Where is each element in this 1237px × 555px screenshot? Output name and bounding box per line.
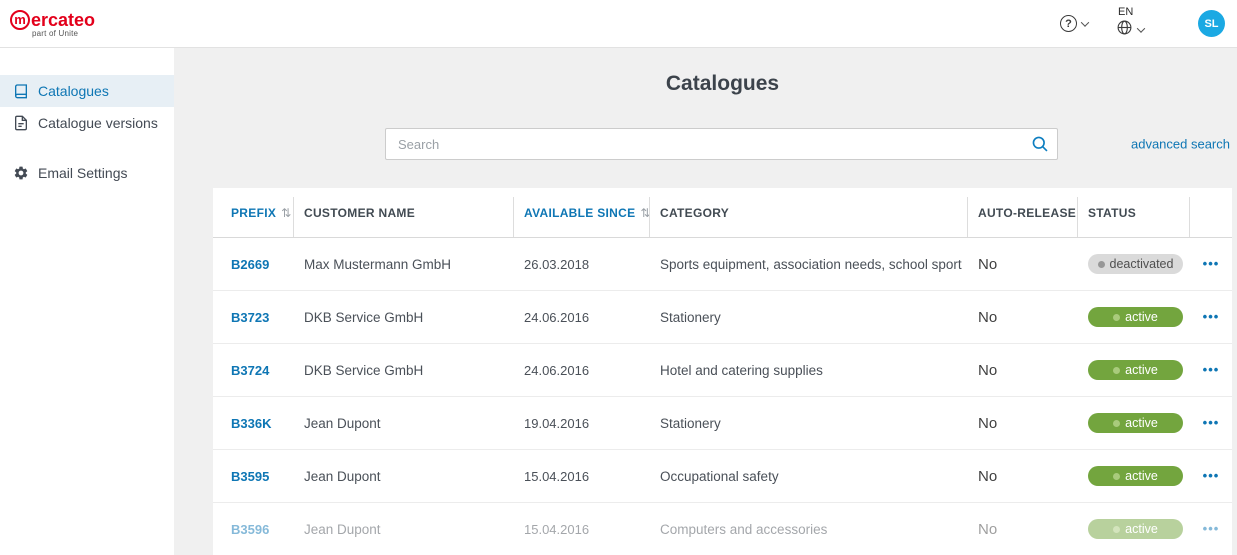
help-icon[interactable]: ?	[1060, 15, 1077, 32]
category: Sports equipment, association needs, sch…	[660, 256, 962, 272]
column-header-status[interactable]: STATUS	[1078, 188, 1190, 237]
avatar[interactable]: SL	[1198, 10, 1225, 37]
column-header-category[interactable]: CATEGORY	[650, 188, 968, 237]
row-actions-button[interactable]: •••	[1203, 524, 1220, 534]
category: Stationery	[660, 309, 721, 325]
available-since: 24.06.2016	[524, 362, 590, 378]
available-since: 26.03.2018	[524, 256, 590, 272]
sidebar-item-email-settings[interactable]: Email Settings	[0, 157, 174, 189]
available-since: 24.06.2016	[524, 309, 590, 325]
search-input[interactable]	[385, 128, 1058, 160]
sidebar-item-label: Catalogue versions	[38, 115, 158, 131]
column-label: CUSTOMER NAME	[304, 205, 416, 220]
status-badge: active	[1088, 413, 1183, 433]
prefix-link[interactable]: B3596	[213, 522, 294, 537]
table-row[interactable]: B3723 DKB Service GmbH 24.06.2016 Statio…	[213, 291, 1232, 344]
sidebar: Catalogues Catalogue versions Email Sett…	[0, 48, 174, 555]
main-content: Catalogues advanced search PREFIX ⇅ CUSTO…	[174, 48, 1237, 555]
status-badge: active	[1088, 360, 1183, 380]
catalogue-versions-icon	[13, 115, 29, 131]
sidebar-item-catalogue-versions[interactable]: Catalogue versions	[0, 107, 174, 139]
customer-name: Jean Dupont	[304, 468, 381, 484]
sort-icon[interactable]: ⇅	[281, 206, 291, 220]
row-actions-button[interactable]: •••	[1203, 259, 1220, 269]
advanced-search-link[interactable]: advanced search	[1131, 137, 1230, 152]
search-icon[interactable]	[1031, 135, 1049, 158]
column-header-prefix[interactable]: PREFIX ⇅	[213, 188, 294, 237]
available-since: 15.04.2016	[524, 468, 590, 484]
table-row[interactable]: B336K Jean Dupont 19.04.2016 Stationery …	[213, 397, 1232, 450]
page-title: Catalogues	[665, 72, 780, 95]
column-label: CATEGORY	[660, 205, 730, 220]
auto-release: No	[978, 361, 998, 379]
status-badge: active	[1088, 466, 1183, 486]
column-label: AVAILABLE SINCE	[524, 205, 636, 220]
customer-name: Jean Dupont	[304, 415, 381, 431]
category: Computers and accessories	[660, 521, 828, 537]
available-since: 19.04.2016	[524, 415, 590, 431]
column-label: PREFIX	[231, 205, 277, 220]
prefix-link[interactable]: B2669	[213, 257, 294, 272]
prefix-link[interactable]: B3724	[213, 363, 294, 378]
auto-release: No	[978, 308, 998, 326]
status-badge: active	[1088, 519, 1183, 539]
help-menu[interactable]: ?	[1060, 15, 1090, 32]
top-bar: m ercateo part of Unite ? EN SL	[0, 0, 1237, 48]
customer-name: DKB Service GmbH	[304, 362, 424, 378]
sidebar-item-label: Email Settings	[38, 165, 128, 181]
prefix-link[interactable]: B336K	[213, 416, 294, 431]
customer-name: Max Mustermann GmbH	[304, 256, 452, 272]
column-header-customer-name[interactable]: CUSTOMER NAME	[294, 188, 514, 237]
sidebar-item-catalogues[interactable]: Catalogues	[0, 75, 174, 107]
column-header-auto-release[interactable]: AUTO-RELEASE	[968, 188, 1078, 237]
column-header-available-since[interactable]: AVAILABLE SINCE ⇅	[514, 188, 650, 237]
auto-release: No	[978, 255, 998, 273]
table-row[interactable]: B2669 Max Mustermann GmbH 26.03.2018 Spo…	[213, 238, 1232, 291]
table-row[interactable]: B3596 Jean Dupont 15.04.2016 Computers a…	[213, 503, 1232, 555]
category: Stationery	[660, 415, 721, 431]
row-actions-button[interactable]: •••	[1203, 312, 1220, 322]
column-label: AUTO-RELEASE	[978, 205, 1077, 220]
sidebar-item-label: Catalogues	[38, 83, 109, 99]
column-header-actions	[1190, 188, 1232, 237]
row-actions-button[interactable]: •••	[1203, 418, 1220, 428]
auto-release: No	[978, 414, 998, 432]
mercateo-logo[interactable]: m ercateo part of Unite	[10, 9, 96, 38]
prefix-link[interactable]: B3595	[213, 469, 294, 484]
table-header: PREFIX ⇅ CUSTOMER NAME AVAILABLE SINCE ⇅ C…	[213, 188, 1232, 238]
column-label: STATUS	[1088, 205, 1137, 220]
auto-release: No	[978, 467, 998, 485]
chevron-down-icon	[1136, 24, 1146, 33]
row-actions-button[interactable]: •••	[1203, 365, 1220, 375]
search-row: advanced search	[213, 128, 1232, 160]
status-badge: active	[1088, 307, 1183, 327]
search-box	[385, 128, 1058, 160]
logo-m-ring: m	[10, 9, 30, 30]
logo-text: ercateo	[31, 9, 96, 30]
customer-name: Jean Dupont	[304, 521, 381, 537]
customer-name: DKB Service GmbH	[304, 309, 424, 325]
prefix-link[interactable]: B3723	[213, 310, 294, 325]
status-badge: deactivated	[1088, 254, 1183, 274]
available-since: 15.04.2016	[524, 521, 590, 537]
gear-icon	[13, 165, 29, 181]
auto-release: No	[978, 520, 998, 538]
language-label: EN	[1118, 6, 1134, 18]
language-menu[interactable]: EN	[1116, 6, 1146, 41]
catalogue-icon	[13, 83, 29, 99]
row-actions-button[interactable]: •••	[1203, 471, 1220, 481]
topbar-actions: ? EN SL	[1060, 6, 1225, 41]
table-row[interactable]: B3595 Jean Dupont 15.04.2016 Occupationa…	[213, 450, 1232, 503]
logo-wordmark: m ercateo	[10, 9, 96, 30]
catalogues-table: PREFIX ⇅ CUSTOMER NAME AVAILABLE SINCE ⇅ C…	[213, 188, 1232, 555]
table-row[interactable]: B3724 DKB Service GmbH 24.06.2016 Hotel …	[213, 344, 1232, 397]
globe-icon	[1116, 19, 1133, 41]
chevron-down-icon	[1080, 17, 1090, 27]
category: Occupational safety	[660, 468, 779, 484]
category: Hotel and catering supplies	[660, 362, 823, 378]
logo-tagline: part of Unite	[32, 28, 79, 38]
